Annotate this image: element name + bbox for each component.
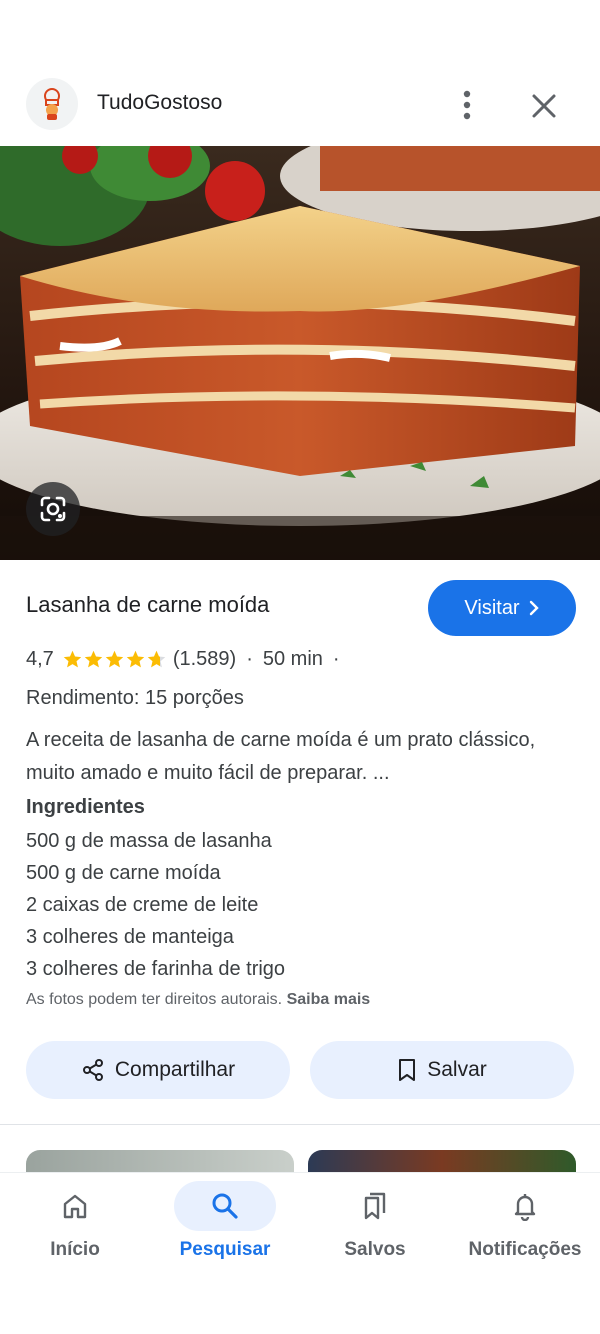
recipe-image[interactable] <box>0 146 600 560</box>
home-icon <box>24 1181 126 1231</box>
ingredient-item: 2 caixas de creme de leite <box>26 894 259 916</box>
close-icon[interactable] <box>528 90 560 122</box>
copyright-text: As fotos podem ter direitos autorais. <box>26 991 283 1008</box>
separator: · <box>332 647 340 670</box>
review-count: (1.589) <box>172 647 237 670</box>
more-vertical-icon[interactable] <box>452 88 482 122</box>
save-button[interactable]: Salvar <box>310 1041 574 1099</box>
nav-item-saved[interactable]: Salvos <box>300 1173 450 1283</box>
ingredient-item: 3 colheres de manteiga <box>26 926 234 948</box>
ingredients-heading: Ingredientes <box>26 796 145 818</box>
nav-item-home[interactable]: Início <box>0 1173 150 1283</box>
star-icon <box>147 650 166 667</box>
star-icon <box>105 650 124 667</box>
nav-label-home: Início <box>50 1239 100 1260</box>
google-lens-icon[interactable] <box>26 482 80 536</box>
rating-row: 4,7 (1.589) · 50 min · <box>26 645 350 673</box>
copyright-notice: As fotos podem ter direitos autorais. Sa… <box>26 991 370 1009</box>
nav-item-notifications[interactable]: Notificações <box>450 1173 600 1283</box>
share-icon <box>82 1059 103 1081</box>
ingredients-list: 500 g de massa de lasanha 500 g de carne… <box>26 825 285 985</box>
result-header: TudoGostoso <box>0 76 600 136</box>
save-label: Salvar <box>427 1058 487 1081</box>
chevron-right-icon <box>529 600 539 616</box>
ingredient-item: 3 colheres de farinha de trigo <box>26 958 286 980</box>
share-label: Compartilhar <box>114 1058 236 1081</box>
star-rating <box>62 649 167 670</box>
star-icon <box>84 650 103 667</box>
visit-button[interactable]: Visitar <box>428 580 576 636</box>
related-image-thumbnail[interactable] <box>26 1150 294 1174</box>
bell-icon <box>474 1181 576 1231</box>
visit-label: Visitar <box>464 596 520 619</box>
star-icon <box>126 650 145 667</box>
bottom-navigation: Início Pesquisar Salvos Notificações <box>0 1172 600 1334</box>
related-image-thumbnail[interactable] <box>308 1150 576 1174</box>
rating-value: 4,7 <box>26 647 54 670</box>
cook-time: 50 min <box>262 647 323 670</box>
bookmark-icon <box>399 1059 416 1081</box>
site-logo[interactable] <box>26 78 78 130</box>
nav-item-search[interactable]: Pesquisar <box>150 1173 300 1283</box>
share-button[interactable]: Compartilhar <box>26 1041 290 1099</box>
recipe-description: A receita de lasanha de carne moída é um… <box>26 729 536 784</box>
separator: · <box>246 647 253 670</box>
site-name[interactable]: TudoGostoso <box>97 91 222 115</box>
nav-label-notifications: Notificações <box>468 1239 582 1260</box>
bookmarks-icon <box>324 1181 426 1231</box>
recipe-yield: Rendimento: 15 porções <box>26 687 244 709</box>
nav-label-saved: Salvos <box>344 1239 406 1260</box>
search-icon <box>174 1181 276 1231</box>
ingredient-item: 500 g de carne moída <box>26 862 221 884</box>
divider <box>0 1124 600 1125</box>
star-icon <box>63 650 82 667</box>
chef-hat-logo-icon <box>44 88 60 120</box>
ingredient-item: 500 g de massa de lasanha <box>26 830 272 852</box>
recipe-title: Lasanha de carne moída <box>26 592 270 617</box>
learn-more-link[interactable]: Saiba mais <box>287 991 371 1008</box>
nav-label-search: Pesquisar <box>179 1239 271 1260</box>
